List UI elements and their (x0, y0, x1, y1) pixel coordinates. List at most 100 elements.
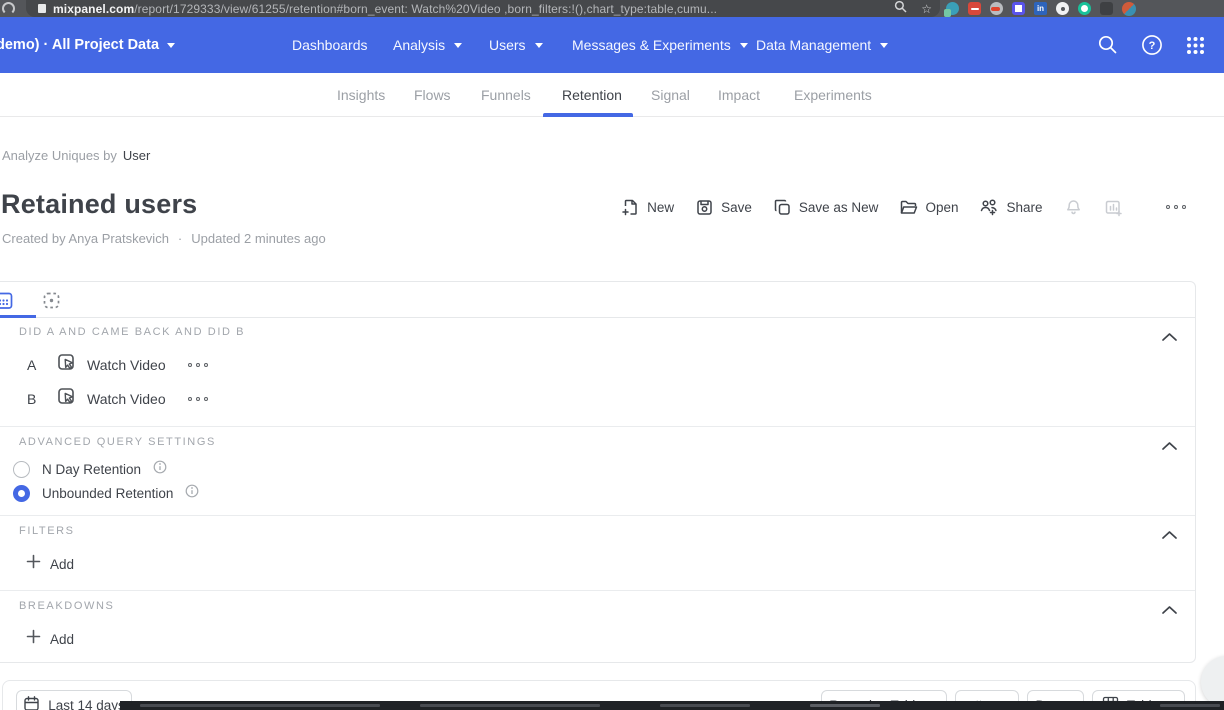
event-row-b: B Watch Video (1, 386, 208, 412)
focus-view-tab[interactable] (29, 282, 73, 318)
caret-down-icon (740, 43, 748, 48)
analyze-value-dropdown[interactable]: User (123, 148, 150, 163)
search-icon[interactable] (894, 0, 907, 17)
active-tab-underline (543, 113, 633, 117)
tab-flows[interactable]: Flows (414, 73, 451, 117)
row-more-icon[interactable] (188, 397, 209, 402)
report-actions: New Save Save as New Open Share (621, 194, 1186, 220)
radio-checked-icon[interactable] (13, 485, 30, 502)
query-builder-card: DID A AND CAME BACK AND DID B A Watch Vi… (0, 281, 1196, 663)
plus-icon (26, 554, 41, 574)
url-path: /report/1729333/view/61255/retention#bor… (134, 2, 717, 16)
nav-item-dashboards[interactable]: Dashboards (292, 17, 368, 73)
section-title-breakdowns: BREAKDOWNS (19, 600, 114, 612)
tab-retention[interactable]: Retention (562, 73, 622, 117)
row-label: A (27, 357, 41, 373)
event-cursor-icon (56, 352, 77, 378)
nav-item-messages-experiments[interactable]: Messages & Experiments (572, 17, 748, 73)
site-info-icon[interactable] (38, 4, 46, 13)
clipped-overlay-strip (120, 701, 1224, 710)
date-range-button[interactable]: Last 14 days (16, 690, 132, 710)
page-title: Retained users (1, 189, 197, 220)
help-icon[interactable]: ? (1141, 34, 1163, 56)
new-button[interactable]: New (621, 198, 674, 217)
radio-unbounded-retention[interactable]: Unbounded Retention (1, 483, 199, 503)
reload-icon[interactable] (2, 2, 15, 15)
info-icon[interactable] (185, 484, 199, 503)
extension-icon[interactable] (946, 2, 959, 15)
browser-chrome: mixpanel.com/report/1729333/view/61255/r… (0, 0, 1224, 17)
tab-insights[interactable]: Insights (337, 73, 385, 117)
radio-icon[interactable] (13, 461, 30, 478)
frame-icon (40, 289, 63, 312)
nav-item-users[interactable]: Users (489, 17, 543, 73)
more-options-icon[interactable] (1144, 205, 1187, 210)
caret-down-icon (880, 43, 888, 48)
extension-icon[interactable]: in (1034, 2, 1047, 15)
address-bar[interactable]: mixpanel.com/report/1729333/view/61255/r… (26, 0, 940, 17)
section-title-advanced: ADVANCED QUERY SETTINGS (19, 436, 216, 448)
active-cardtab-underline (0, 315, 36, 318)
report-tabbar: Insights Flows Funnels Retention Signal … (0, 73, 1224, 117)
tab-funnels[interactable]: Funnels (481, 73, 531, 117)
extension-icon[interactable] (968, 2, 981, 15)
caret-down-icon (454, 43, 462, 48)
section-title-did: DID A AND CAME BACK AND DID B (19, 326, 245, 338)
divider (0, 426, 1195, 427)
divider (0, 590, 1195, 591)
browser-extensions: in (946, 1, 1136, 16)
search-icon[interactable] (1097, 34, 1119, 56)
tab-experiments[interactable]: Experiments (794, 73, 872, 117)
share-button[interactable]: Share (979, 198, 1042, 217)
open-button[interactable]: Open (899, 198, 958, 217)
main-nav: demo) · All Project Data Dashboards Anal… (0, 17, 1224, 73)
tab-impact[interactable]: Impact (718, 73, 760, 117)
puzzle-extensions-icon[interactable] (1100, 2, 1113, 15)
extension-icon[interactable] (1056, 2, 1069, 15)
save-button[interactable]: Save (695, 198, 752, 217)
screen: mixpanel.com/report/1729333/view/61255/r… (0, 0, 1224, 710)
project-selector[interactable]: demo) · All Project Data (0, 17, 175, 73)
divider (0, 515, 1195, 516)
section-title-filters: FILTERS (19, 525, 75, 537)
add-breakdown-button[interactable]: Add (26, 629, 74, 649)
report-meta: Created by Anya Pratskevich · Updated 2 … (2, 231, 326, 246)
chevron-up-icon[interactable] (1161, 329, 1178, 339)
chevron-up-icon[interactable] (1161, 527, 1178, 537)
add-filter-button[interactable]: Add (26, 554, 74, 574)
extension-icon[interactable] (1012, 2, 1025, 15)
row-more-icon[interactable] (188, 363, 209, 368)
extension-icon[interactable] (1078, 2, 1091, 15)
event-row-a: A Watch Video (1, 352, 208, 378)
analyze-label: Analyze Uniques by (2, 148, 117, 163)
url-text: mixpanel.com/report/1729333/view/61255/r… (53, 2, 717, 16)
nav-item-analysis[interactable]: Analysis (393, 17, 462, 73)
svg-text:?: ? (1149, 40, 1156, 52)
event-picker[interactable]: Watch Video (87, 391, 166, 407)
apps-grid-icon[interactable] (1185, 35, 1206, 56)
calendar-icon (23, 695, 40, 710)
radio-n-day-retention[interactable]: N Day Retention (1, 459, 167, 479)
profile-avatar[interactable] (1122, 2, 1136, 16)
board-icon (0, 289, 15, 312)
plus-icon (26, 629, 41, 649)
info-icon[interactable] (153, 460, 167, 479)
board-view-tab[interactable] (0, 282, 25, 318)
updated-ago: Updated 2 minutes ago (191, 231, 325, 246)
chevron-up-icon[interactable] (1161, 438, 1178, 448)
caret-down-icon (167, 43, 175, 48)
extension-icon[interactable] (990, 2, 1003, 15)
event-picker[interactable]: Watch Video (87, 357, 166, 373)
add-to-board-icon[interactable] (1104, 198, 1123, 217)
url-domain: mixpanel.com (53, 2, 134, 16)
caret-down-icon (535, 43, 543, 48)
tab-signal[interactable]: Signal (651, 73, 690, 117)
nav-item-data-management[interactable]: Data Management (756, 17, 888, 73)
save-as-new-button[interactable]: Save as New (773, 198, 879, 217)
chevron-up-icon[interactable] (1161, 602, 1178, 612)
alert-bell-icon[interactable] (1064, 198, 1083, 217)
analyze-uniques-row: Analyze Uniques by User (2, 148, 150, 163)
created-by: Created by Anya Pratskevich (2, 231, 169, 246)
bookmark-star-icon[interactable]: ☆ (921, 3, 932, 15)
event-cursor-icon (56, 386, 77, 412)
